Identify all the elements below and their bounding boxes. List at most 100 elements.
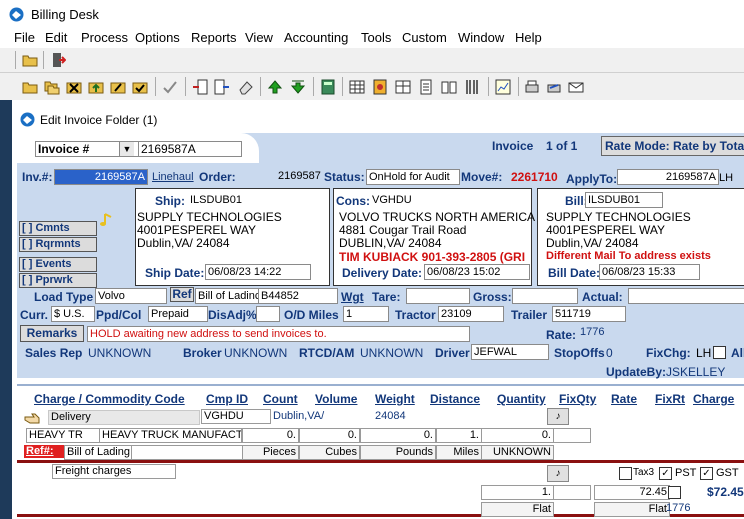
chart-icon[interactable]: [495, 79, 511, 95]
wgt-label[interactable]: Wgt: [341, 290, 364, 304]
document-out-icon[interactable]: [214, 79, 230, 95]
status-field[interactable]: OnHold for Audit: [366, 169, 460, 185]
folder-check-icon[interactable]: [132, 79, 148, 95]
print-preview-icon[interactable]: [546, 79, 562, 95]
next-arrow-icon[interactable]: [290, 79, 306, 95]
col-weight[interactable]: Weight: [375, 392, 415, 406]
commodity-desc-field[interactable]: HEAVY TRUCK MANUFACT: [99, 428, 242, 443]
col-fixrt[interactable]: FixRt: [655, 392, 685, 406]
gross-field[interactable]: [512, 288, 578, 304]
remarks-button[interactable]: Remarks: [20, 325, 84, 342]
pprwrk-button[interactable]: [ ] Pprwrk: [19, 273, 97, 288]
commodity-code-field[interactable]: HEAVY TR: [26, 428, 100, 443]
delivery-cmp-field[interactable]: VGHDU: [201, 409, 271, 424]
col-charge[interactable]: Charge: [693, 392, 734, 406]
col-fixqty[interactable]: FixQty: [559, 392, 596, 406]
col-cmp-id[interactable]: Cmp ID: [206, 392, 248, 406]
calculator-icon[interactable]: [320, 79, 336, 95]
freight-quantity-field[interactable]: 1.: [481, 485, 554, 500]
bill-code-field[interactable]: ILSDUB01: [585, 192, 663, 208]
col-rate[interactable]: Rate: [611, 392, 637, 406]
freight-note-icon[interactable]: ♪: [547, 465, 569, 482]
load-type-field[interactable]: Volvo: [95, 288, 167, 304]
menu-custom[interactable]: Custom: [402, 30, 447, 45]
folder-edit-icon[interactable]: [110, 79, 126, 95]
delete-folder-icon[interactable]: [66, 79, 82, 95]
tax3-checkbox[interactable]: [619, 467, 632, 480]
inv-type-link[interactable]: Linehaul: [149, 169, 198, 185]
curr-field[interactable]: $ U.S.: [51, 306, 95, 322]
rate-mode-button[interactable]: Rate Mode: Rate by Tota: [601, 136, 744, 156]
freight-rate-field[interactable]: 72.45: [594, 485, 670, 500]
tare-field[interactable]: [406, 288, 470, 304]
open-folder-icon[interactable]: [22, 52, 38, 68]
report-icon[interactable]: [372, 79, 388, 95]
grid-icon[interactable]: [395, 79, 411, 95]
commodity-volume-field[interactable]: 0.: [299, 428, 360, 443]
ref-type-field[interactable]: Bill of Ladinc: [195, 288, 259, 304]
commodity-fixqty-field[interactable]: [553, 428, 591, 443]
disadj-field[interactable]: [256, 306, 280, 322]
search-value-input[interactable]: 2169587A: [138, 141, 242, 157]
menu-options[interactable]: Options: [135, 30, 180, 45]
menu-file[interactable]: File: [14, 30, 35, 45]
delivery-date-field[interactable]: 06/08/23 15:02: [424, 264, 530, 280]
menu-view[interactable]: View: [245, 30, 273, 45]
gst-checkbox[interactable]: ✓: [700, 467, 713, 480]
ref-number-button[interactable]: Ref#:: [24, 445, 64, 458]
email-icon[interactable]: [568, 79, 584, 95]
actual-field[interactable]: [628, 288, 744, 304]
commodity-count-field[interactable]: 0.: [242, 428, 299, 443]
book-icon[interactable]: [441, 79, 457, 95]
ppd-col-field[interactable]: Prepaid: [148, 306, 208, 322]
commodity-weight-field[interactable]: 0.: [360, 428, 436, 443]
commodity-distance-field[interactable]: 1.: [436, 428, 482, 443]
events-button[interactable]: [ ] Events: [19, 257, 97, 272]
open-icon[interactable]: [22, 79, 38, 95]
commodity-quantity-field[interactable]: 0.: [481, 428, 554, 443]
chevron-down-icon[interactable]: ▼: [119, 142, 134, 156]
menu-help[interactable]: Help: [515, 30, 542, 45]
ref-type-cell[interactable]: Bill of Lading: [64, 445, 133, 460]
col-charge-commodity[interactable]: Charge / Commodity Code: [34, 392, 185, 406]
ship-date-field[interactable]: 06/08/23 14:22: [205, 264, 311, 280]
menu-window[interactable]: Window: [458, 30, 504, 45]
print-icon[interactable]: [524, 79, 540, 95]
col-distance[interactable]: Distance: [430, 392, 480, 406]
col-quantity[interactable]: Quantity: [497, 392, 546, 406]
cmnts-button[interactable]: [ ] Cmnts: [19, 221, 97, 236]
tractor-field[interactable]: 23109: [438, 306, 504, 322]
previous-arrow-icon[interactable]: [267, 79, 283, 95]
document-in-icon[interactable]: [192, 79, 208, 95]
menu-accounting[interactable]: Accounting: [284, 30, 348, 45]
menu-reports[interactable]: Reports: [191, 30, 237, 45]
col-count[interactable]: Count: [263, 392, 298, 406]
exit-door-icon[interactable]: [50, 52, 66, 68]
fixchg-checkbox[interactable]: [713, 346, 726, 359]
driver-field[interactable]: JEFWAL: [471, 344, 549, 360]
rqrmnts-button[interactable]: [ ] Rqrmnts: [19, 237, 97, 252]
fixrt-checkbox[interactable]: [668, 486, 681, 499]
freight-fixqty-field[interactable]: [553, 485, 591, 500]
trailer-field[interactable]: 511719: [552, 306, 626, 322]
columns-icon[interactable]: [464, 79, 480, 95]
col-volume[interactable]: Volume: [315, 392, 357, 406]
delivery-note-icon[interactable]: ♪: [547, 408, 569, 425]
folder-up-icon[interactable]: [88, 79, 104, 95]
menu-tools[interactable]: Tools: [361, 30, 391, 45]
inv-number-field[interactable]: 2169587A: [54, 169, 148, 185]
ref-value-field[interactable]: B44852: [258, 288, 338, 304]
menu-edit[interactable]: Edit: [45, 30, 67, 45]
bill-date-field[interactable]: 06/08/23 15:33: [599, 264, 700, 280]
checkmark-icon[interactable]: [162, 79, 178, 95]
pst-checkbox[interactable]: ✓: [659, 467, 672, 480]
list-icon[interactable]: [418, 79, 434, 95]
ref-number-cell[interactable]: [131, 445, 243, 460]
freight-desc-field[interactable]: Freight charges: [52, 464, 176, 479]
eraser-icon[interactable]: [238, 79, 254, 95]
remarks-field[interactable]: HOLD awaiting new address to send invoic…: [87, 326, 470, 342]
ref-button[interactable]: Ref: [170, 287, 194, 302]
od-miles-field[interactable]: 1: [343, 306, 389, 322]
copy-folder-icon[interactable]: [44, 79, 60, 95]
table-icon[interactable]: [349, 79, 365, 95]
